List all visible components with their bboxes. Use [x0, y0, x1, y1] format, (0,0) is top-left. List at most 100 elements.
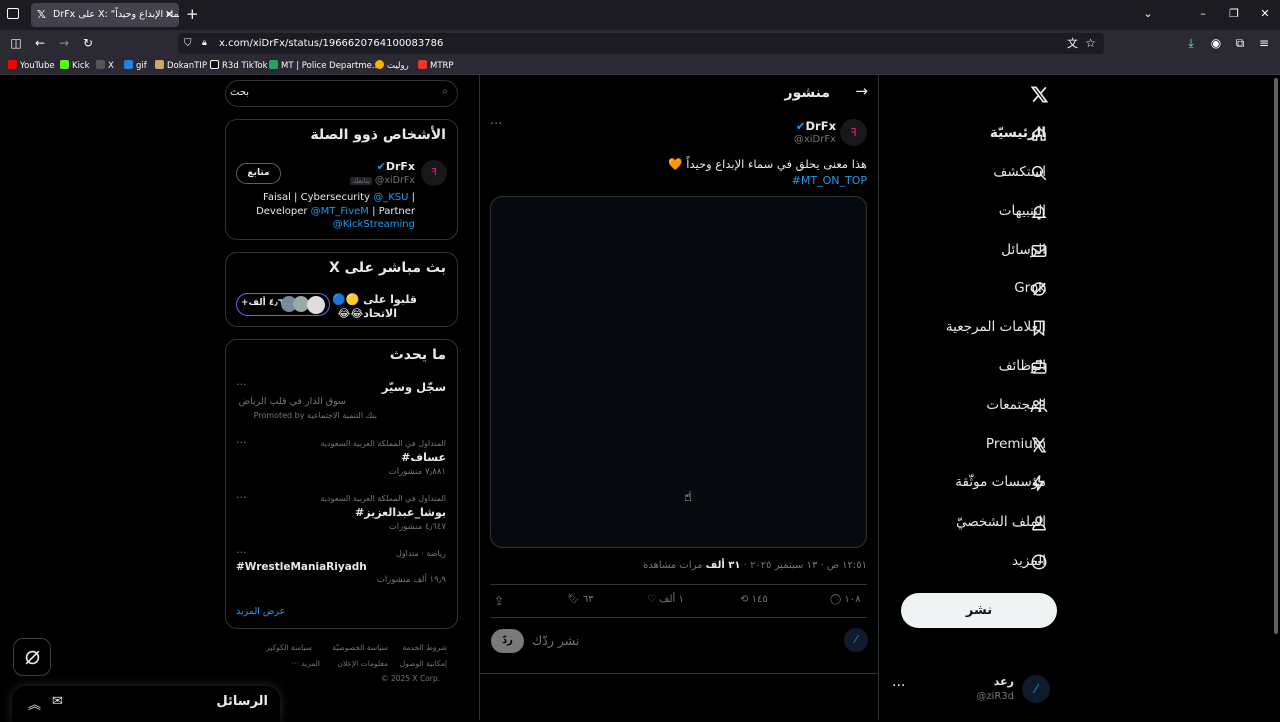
reply-button[interactable]: ردّ [491, 629, 524, 653]
forward-icon[interactable]: → [56, 36, 72, 50]
bookmark-gif[interactable]: gif [124, 60, 147, 72]
live-space-title[interactable]: قلبوا على 🟡🔵 [332, 293, 417, 306]
listener-avatar [307, 296, 325, 314]
footer-ads-info[interactable]: معلومات الإعلان [337, 659, 388, 668]
footer-terms[interactable]: شروط الخدمة [402, 643, 447, 652]
account-icon[interactable]: ◉ [1208, 36, 1224, 50]
bookmark-r3d-tiktok[interactable]: R3d TikTok [210, 60, 268, 72]
url-bar[interactable]: ⛉ 🔒︎ x.com/xiDrFx/status/196662076410008… [178, 33, 1104, 54]
bookmark-mt-police[interactable]: MT | Police Departme... [269, 60, 380, 72]
grok-icon [1032, 282, 1046, 296]
x-logo-icon[interactable] [1030, 85, 1049, 104]
reload-icon[interactable]: ↻ [80, 36, 96, 50]
maximize-icon[interactable]: ❐ [1225, 7, 1243, 20]
page-scrollbar[interactable] [1274, 78, 1278, 634]
back-arrow-icon[interactable]: → [855, 82, 868, 100]
reply-action[interactable]: ◯ ١٠٨ [830, 594, 861, 605]
live-space-pill[interactable]: +٤٫٦ ألف [236, 293, 330, 316]
envelope-icon [1031, 245, 1047, 257]
author-handle: @xiDrFx [793, 134, 836, 145]
menu-icon[interactable]: ≡ [1256, 36, 1272, 50]
sidebar-toggle-icon[interactable]: ◫ [8, 36, 24, 50]
view-count: ٣١ ألف [705, 560, 741, 571]
trend-item[interactable]: ··· المتداول في المملكة العربية السعودية… [226, 491, 457, 539]
copyright: © 2025 X Corp. [381, 674, 440, 683]
post-header: → منشور [480, 76, 878, 112]
account-switcher[interactable]: ··· رعد @ziR3d ⁄ [890, 672, 1050, 708]
back-icon[interactable]: ← [32, 36, 48, 50]
close-tab-icon[interactable]: ✕ [165, 3, 174, 27]
gif-icon [124, 60, 133, 69]
person-name[interactable]: ✔DrFx [377, 160, 415, 173]
trend-item[interactable]: ··· رياضة · متداول #WrestleManiaRiyadh ١… [226, 546, 457, 594]
bio-link-kickstreaming[interactable]: @KickStreaming [333, 219, 415, 230]
url-text: x.com/xiDrFx/status/1966620764100083786 [219, 38, 444, 49]
like-action[interactable]: ♡ ١ ألف [647, 594, 684, 605]
footer-accessibility[interactable]: إمكانية الوصول [400, 659, 447, 668]
relevant-people-title: الأشخاص ذوو الصلة [310, 127, 446, 143]
promo-subtitle: سوق الدار في قلب الرياض [238, 396, 346, 407]
communities-icon [1030, 400, 1048, 413]
trend-context: المتداول في المملكة العربية السعودية [320, 494, 446, 503]
share-icon[interactable]: ⇪ [494, 594, 504, 608]
tab-list-icon[interactable] [7, 8, 19, 19]
bookmark-mtrp[interactable]: MTRP [418, 60, 454, 72]
post-media[interactable] [490, 196, 867, 548]
footer-privacy[interactable]: سياسة الخصوصيّة [332, 643, 388, 652]
show-more-link[interactable]: عرض المزيد [236, 606, 285, 617]
trend-count: ١٩٫٩ ألف منشورات [376, 575, 446, 585]
bio-link-ksu[interactable]: @_KSU [373, 192, 408, 203]
author-avatar[interactable]: ꟻ [840, 119, 867, 146]
post-button[interactable]: نشر [901, 593, 1057, 628]
trend-context: رياضة · متداول [395, 549, 446, 558]
downloads-icon[interactable]: ⤓ [1183, 36, 1199, 50]
bio-link-mt-fivem[interactable]: @MT_FiveM [311, 206, 369, 217]
bookmark-dokantip[interactable]: DokanTIP [155, 60, 207, 72]
promoted-trend[interactable]: ··· سجّل وسيّر سوق الدار في قلب الرياض P… [226, 378, 457, 426]
post-meta: ١٢:٥١ ص · ١٣ سبتمبر ٢٠٢٥ · ٣١ ألف مرات م… [643, 560, 867, 571]
live-space-title-2[interactable]: الاتحاد😂😂 [337, 307, 397, 320]
post-text: هذا معنى يحلق في سماء الإبداع وحيداً 🧡 [668, 157, 867, 171]
expand-chevron-icon[interactable]: ︽ [28, 694, 41, 713]
bookmark-roulette[interactable]: روليت [375, 60, 409, 72]
trend-item[interactable]: ··· المتداول في المملكة العربية السعودية… [226, 436, 457, 484]
bookmark-x[interactable]: X [96, 60, 114, 72]
more-circle-icon [1031, 554, 1047, 570]
lightning-icon [1032, 475, 1045, 491]
minimize-icon[interactable]: – [1194, 7, 1212, 20]
post-hashtag[interactable]: #MT_ON_TOP [792, 174, 867, 187]
post-more-icon[interactable]: ··· [490, 117, 502, 132]
search-placeholder: بحث [230, 87, 250, 98]
footer-cookies[interactable]: سياسة الكوكيز [266, 643, 312, 652]
lock-icon[interactable]: 🔒︎ [202, 33, 207, 54]
reply-input[interactable]: نشر ردّك [532, 633, 782, 648]
trend-more-icon[interactable]: ··· [236, 491, 247, 504]
tracking-shield-icon[interactable]: ⛉ [184, 33, 192, 54]
messages-dock[interactable]: ︽ ✉︎ الرسائل [12, 686, 280, 722]
follow-button[interactable]: متابع [236, 163, 281, 184]
trend-more-icon[interactable]: ··· [236, 436, 247, 449]
trend-more-icon[interactable]: ··· [236, 546, 247, 559]
window-close-icon[interactable]: ✕ [1256, 7, 1274, 20]
bookmark-kick[interactable]: Kick [60, 60, 90, 72]
trend-name: #بوشا_عبدالعزيز [355, 506, 446, 519]
repost-action[interactable]: ⟲ ١٤٥ [740, 594, 768, 605]
grok-floating-button[interactable] [13, 638, 51, 676]
search-input[interactable]: ⌕ بحث [225, 80, 458, 107]
bookmark-youtube[interactable]: YouTube [8, 60, 55, 72]
author-name[interactable]: ✔DrFx [796, 119, 836, 133]
tab-overflow-chevron-icon[interactable]: ⌄ [1139, 7, 1157, 20]
browser-tab-strip: 𝕏 DrFx على X: "هذا معنى يحلق في سماء الإ… [0, 0, 1280, 30]
new-message-icon[interactable]: ✉︎ [52, 694, 63, 709]
trend-more-icon[interactable]: ··· [236, 378, 247, 391]
person-avatar[interactable]: ꟻ [421, 160, 447, 186]
bookmark-star-icon[interactable]: ☆ [1085, 33, 1096, 54]
footer-more[interactable]: ··· المزيد [292, 659, 320, 668]
translate-icon[interactable]: 文 [1067, 33, 1078, 54]
new-tab-icon[interactable]: + [186, 5, 199, 23]
account-more-icon[interactable]: ··· [892, 678, 905, 694]
youtube-icon [8, 60, 17, 69]
bookmark-action[interactable]: 🔖︎ ٦٣ [567, 594, 594, 605]
extensions-icon[interactable]: ⧉ [1232, 36, 1248, 50]
browser-tab-active[interactable]: 𝕏 DrFx على X: "هذا معنى يحلق في سماء الإ… [31, 3, 179, 27]
